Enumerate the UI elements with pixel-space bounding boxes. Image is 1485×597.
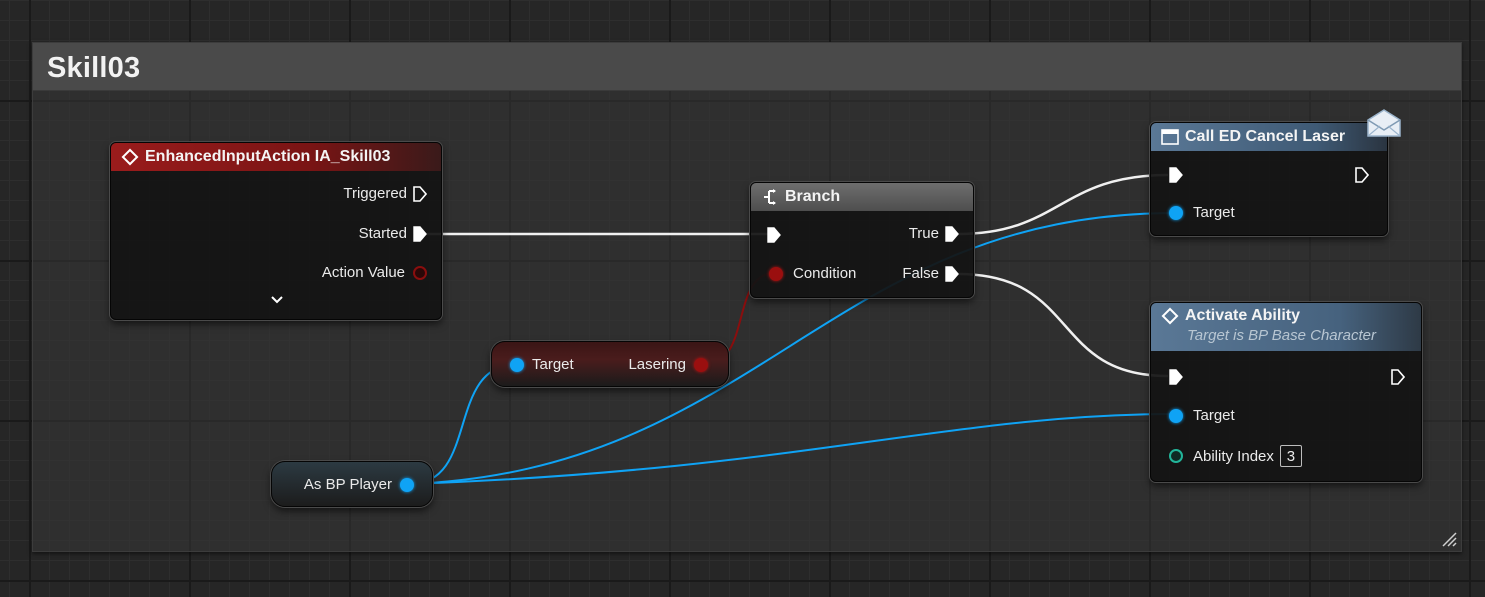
exec-out-hollow-icon[interactable] — [1391, 369, 1405, 385]
pin-lasering-target-label: Target — [532, 356, 574, 373]
event-diamond-icon — [121, 148, 139, 166]
activate-ability-subtitle: Target is BP Base Character — [1187, 327, 1376, 344]
activate-ability-title: Activate Ability — [1185, 307, 1300, 324]
exec-out-filled-icon[interactable] — [413, 225, 427, 242]
object-in-icon[interactable] — [510, 357, 524, 372]
pin-cancel-exec-out[interactable] — [1355, 167, 1369, 183]
pin-activate-target[interactable]: Target — [1169, 407, 1235, 424]
pin-lasering-out[interactable]: Lasering — [628, 356, 708, 373]
pin-started[interactable]: Started — [359, 225, 427, 242]
exec-out-hollow-icon[interactable] — [413, 185, 427, 202]
call-cancel-laser-node[interactable]: Call ED Cancel Laser Target — [1150, 122, 1388, 236]
pin-as-bp-player-label: As BP Player — [303, 476, 392, 493]
pin-started-label: Started — [358, 225, 407, 242]
function-icon — [1161, 129, 1179, 145]
branch-icon — [761, 188, 779, 206]
activate-ability-node[interactable]: Activate Ability Target is BP Base Chara… — [1150, 302, 1422, 482]
lasering-getter-node[interactable]: Target Lasering — [491, 341, 729, 387]
branch-header[interactable]: Branch — [751, 183, 973, 211]
pin-cancel-target-label: Target — [1193, 204, 1235, 221]
comment-header[interactable]: Skill03 — [33, 43, 1461, 91]
exec-in-filled-icon[interactable] — [767, 227, 781, 243]
pin-lasering-out-label: Lasering — [628, 356, 686, 373]
pin-false[interactable]: False — [902, 265, 959, 282]
input-action-node[interactable]: EnhancedInputAction IA_Skill03 Triggered… — [110, 142, 442, 320]
exec-in-filled-icon[interactable] — [1169, 369, 1183, 385]
exec-out-filled-icon[interactable] — [945, 225, 959, 242]
ability-index-input[interactable]: 3 — [1279, 445, 1302, 467]
pin-action-value-label: Action Value — [321, 264, 405, 281]
bool-in-icon[interactable] — [769, 266, 783, 281]
expand-chevron-icon[interactable] — [267, 293, 287, 307]
envelope-icon — [1367, 109, 1401, 137]
object-in-icon[interactable] — [1169, 408, 1183, 423]
resize-grip-icon[interactable] — [1441, 531, 1457, 547]
pin-triggered[interactable]: Triggered — [343, 185, 427, 202]
pin-cancel-exec-in[interactable] — [1169, 167, 1183, 183]
input-action-header[interactable]: EnhancedInputAction IA_Skill03 — [111, 143, 441, 171]
pin-true[interactable]: True — [909, 225, 959, 242]
branch-node[interactable]: Branch Condition True False — [750, 182, 974, 298]
activate-ability-header[interactable]: Activate Ability Target is BP Base Chara… — [1151, 303, 1421, 351]
comment-title: Skill03 — [47, 52, 141, 84]
pin-action-value[interactable]: Action Value — [322, 264, 427, 281]
pin-activate-target-label: Target — [1193, 407, 1235, 424]
bool-out-icon[interactable] — [694, 357, 708, 372]
function-diamond-icon — [1161, 307, 1179, 325]
pin-cancel-target[interactable]: Target — [1169, 204, 1235, 221]
pin-activate-exec-in[interactable] — [1169, 369, 1183, 385]
pin-false-label: False — [902, 265, 939, 282]
integer-in-icon[interactable] — [1169, 449, 1183, 463]
pin-ability-index-label: Ability Index — [1193, 447, 1274, 465]
object-in-icon[interactable] — [1169, 205, 1183, 220]
input-action-title: EnhancedInputAction IA_Skill03 — [145, 148, 391, 165]
pin-condition-label: Condition — [793, 265, 857, 282]
branch-title: Branch — [785, 188, 841, 205]
object-out-icon[interactable] — [400, 477, 414, 492]
pin-lasering-target[interactable]: Target — [510, 356, 574, 373]
pin-triggered-label: Triggered — [343, 185, 407, 202]
call-cancel-laser-header[interactable]: Call ED Cancel Laser — [1151, 123, 1387, 151]
pin-activate-exec-out[interactable] — [1391, 369, 1405, 385]
exec-out-hollow-icon[interactable] — [1355, 167, 1369, 183]
call-cancel-laser-title: Call ED Cancel Laser — [1185, 128, 1346, 145]
exec-out-filled-icon[interactable] — [945, 265, 959, 282]
pin-condition[interactable]: Condition — [769, 265, 856, 282]
pin-as-bp-player[interactable]: As BP Player — [304, 476, 414, 493]
bool-out-hollow-icon[interactable] — [413, 265, 427, 280]
cast-as-bp-player-node[interactable]: As BP Player — [271, 461, 433, 507]
pin-true-label: True — [908, 225, 939, 242]
pin-ability-index[interactable]: Ability Index 3 — [1169, 445, 1302, 467]
exec-in-filled-icon[interactable] — [1169, 167, 1183, 183]
pin-branch-exec-in[interactable] — [767, 227, 781, 243]
